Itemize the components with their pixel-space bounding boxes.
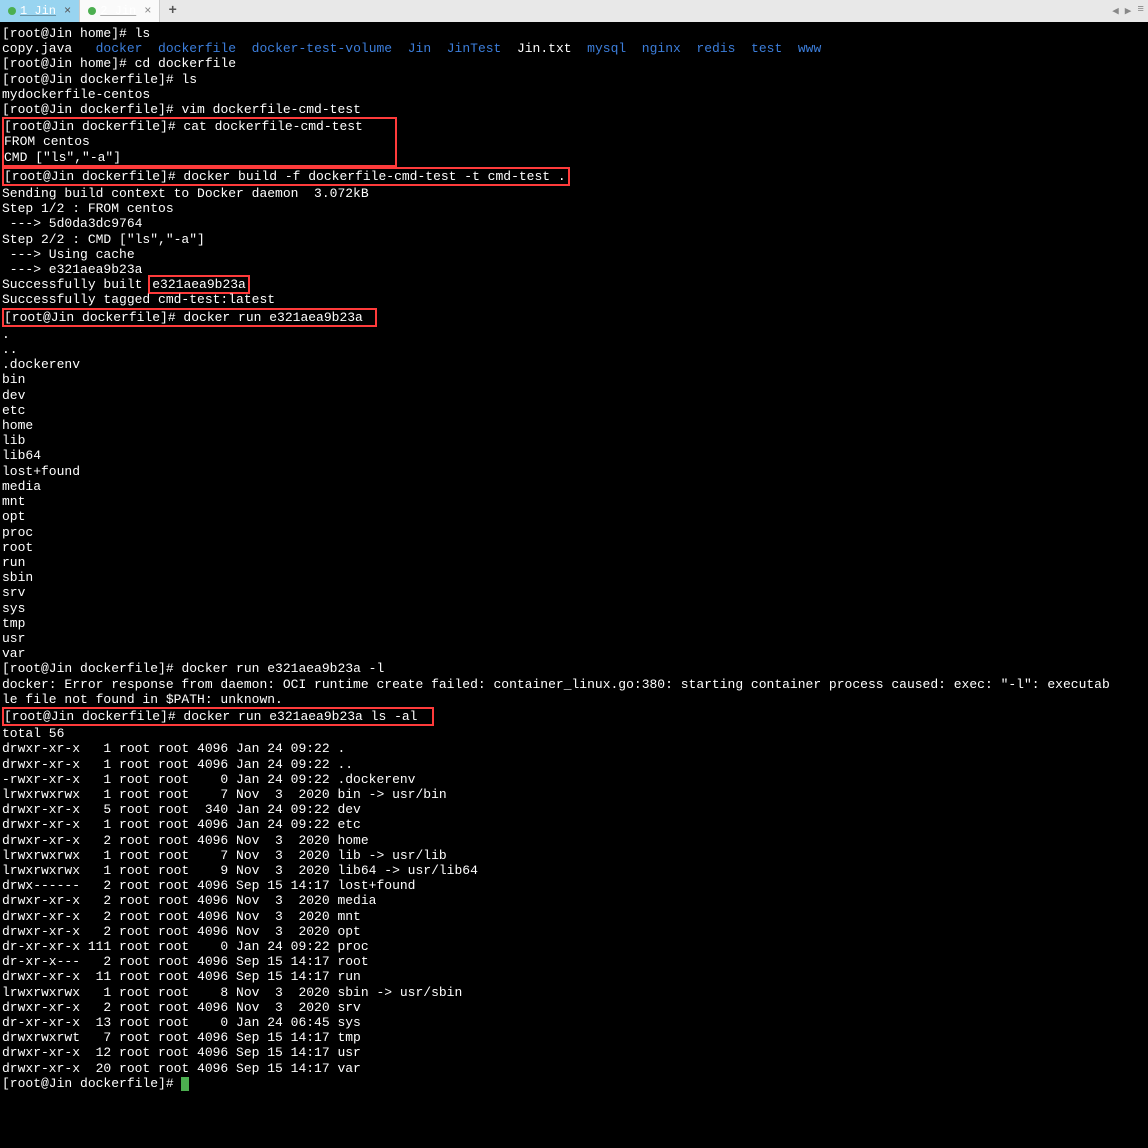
build-output: ---> Using cache xyxy=(2,247,1146,262)
command-text: vim dockerfile-cmd-test xyxy=(181,102,360,117)
lsal-output: drwxr-xr-x 1 root root 4096 Jan 24 09:22… xyxy=(2,757,1146,772)
lsal-output: drwxr-xr-x 2 root root 4096 Nov 3 2020 m… xyxy=(2,909,1146,924)
run-output: var xyxy=(2,646,1146,661)
tab-label: 1 Jin xyxy=(20,4,56,18)
tab-1-jin[interactable]: 1 Jin × xyxy=(0,0,80,22)
run-output: dev xyxy=(2,388,1146,403)
ls-output: copy.java docker dockerfile docker-test-… xyxy=(2,41,1146,56)
lsal-output: lrwxrwxrwx 1 root root 8 Nov 3 2020 sbin… xyxy=(2,985,1146,1000)
lsal-output: drwx------ 2 root root 4096 Sep 15 14:17… xyxy=(2,878,1146,893)
run-output: usr xyxy=(2,631,1146,646)
lsal-output: dr-xr-xr-x 111 root root 0 Jan 24 09:22 … xyxy=(2,939,1146,954)
lsal-output: drwxr-xr-x 2 root root 4096 Nov 3 2020 h… xyxy=(2,833,1146,848)
run-output: sys xyxy=(2,601,1146,616)
prompt: [root@Jin dockerfile]# xyxy=(2,102,181,117)
highlight-box-build: [root@Jin dockerfile]# docker build -f d… xyxy=(2,167,570,186)
lsal-output: lrwxrwxrwx 1 root root 9 Nov 3 2020 lib6… xyxy=(2,863,1146,878)
prompt: [root@Jin home]# xyxy=(2,26,135,41)
command-text: cd dockerfile xyxy=(135,56,236,71)
add-tab-button[interactable]: + xyxy=(160,3,184,19)
run-output: home xyxy=(2,418,1146,433)
run-output: lost+found xyxy=(2,464,1146,479)
tab-label: 2 Jin xyxy=(100,4,136,18)
command-text: ls xyxy=(181,72,197,87)
run-output: . xyxy=(2,327,1146,342)
lsal-output: dr-xr-x--- 2 root root 4096 Sep 15 14:17… xyxy=(2,954,1146,969)
run-output: sbin xyxy=(2,570,1146,585)
terminal-output[interactable]: [root@Jin home]# lscopy.java docker dock… xyxy=(0,22,1148,1095)
lsal-output: drwxr-xr-x 5 root root 340 Jan 24 09:22 … xyxy=(2,802,1146,817)
lsal-output: dr-xr-xr-x 13 root root 0 Jan 24 06:45 s… xyxy=(2,1015,1146,1030)
run-output: run xyxy=(2,555,1146,570)
ls-output: mydockerfile-centos xyxy=(2,87,1146,102)
run-output: proc xyxy=(2,525,1146,540)
close-icon[interactable]: × xyxy=(64,4,71,18)
status-dot-icon xyxy=(88,7,96,15)
lsal-output: drwxr-xr-x 2 root root 4096 Nov 3 2020 o… xyxy=(2,924,1146,939)
run-output: .dockerenv xyxy=(2,357,1146,372)
build-output: Step 1/2 : FROM centos xyxy=(2,201,1146,216)
tab-bar: 1 Jin × 2 Jin × + ◀ ▶ ≡ xyxy=(0,0,1148,22)
prompt: [root@Jin home]# xyxy=(2,56,135,71)
highlight-box-run: [root@Jin dockerfile]# docker run e321ae… xyxy=(2,308,377,327)
run-output: opt xyxy=(2,509,1146,524)
build-output: Step 2/2 : CMD ["ls","-a"] xyxy=(2,232,1146,247)
lsal-output: drwxr-xr-x 2 root root 4096 Nov 3 2020 s… xyxy=(2,1000,1146,1015)
status-dot-icon xyxy=(8,7,16,15)
run-output: root xyxy=(2,540,1146,555)
prev-tab-icon[interactable]: ◀ xyxy=(1112,4,1119,18)
lsal-output: drwxr-xr-x 11 root root 4096 Sep 15 14:1… xyxy=(2,969,1146,984)
run-output: bin xyxy=(2,372,1146,387)
cursor-icon xyxy=(181,1077,189,1091)
build-output: Successfully built e321aea9b23a xyxy=(2,277,1146,292)
tabbar-controls: ◀ ▶ ≡ xyxy=(1112,4,1144,18)
lsal-output: total 56 xyxy=(2,726,1146,741)
error-output: docker: Error response from daemon: OCI … xyxy=(2,677,1146,707)
run-output: srv xyxy=(2,585,1146,600)
prompt: [root@Jin dockerfile]# xyxy=(2,1076,181,1091)
lsal-output: drwxr-xr-x 2 root root 4096 Nov 3 2020 m… xyxy=(2,893,1146,908)
build-output: ---> 5d0da3dc9764 xyxy=(2,216,1146,231)
prompt: [root@Jin dockerfile]# xyxy=(2,72,181,87)
tab-2-jin[interactable]: 2 Jin × xyxy=(80,0,160,22)
run-output: etc xyxy=(2,403,1146,418)
run-output: media xyxy=(2,479,1146,494)
lsal-output: -rwxr-xr-x 1 root root 0 Jan 24 09:22 .d… xyxy=(2,772,1146,787)
close-icon[interactable]: × xyxy=(144,4,151,18)
command-text: docker run e321aea9b23a -l xyxy=(181,661,384,676)
command-text: ls xyxy=(135,26,151,41)
lsal-output: lrwxrwxrwx 1 root root 7 Nov 3 2020 bin … xyxy=(2,787,1146,802)
build-output: Sending build context to Docker daemon 3… xyxy=(2,186,1146,201)
lsal-output: drwxr-xr-x 1 root root 4096 Jan 24 09:22… xyxy=(2,741,1146,756)
lsal-output: drwxrwxrwt 7 root root 4096 Sep 15 14:17… xyxy=(2,1030,1146,1045)
lsal-output: drwxr-xr-x 1 root root 4096 Jan 24 09:22… xyxy=(2,817,1146,832)
run-output: lib xyxy=(2,433,1146,448)
prompt: [root@Jin dockerfile]# xyxy=(2,661,181,676)
lsal-output: lrwxrwxrwx 1 root root 7 Nov 3 2020 lib … xyxy=(2,848,1146,863)
build-output: Successfully tagged cmd-test:latest xyxy=(2,292,1146,307)
run-output: tmp xyxy=(2,616,1146,631)
highlight-box-run-lsal: [root@Jin dockerfile]# docker run e321ae… xyxy=(2,707,434,726)
next-tab-icon[interactable]: ▶ xyxy=(1125,4,1132,18)
lsal-output: drwxr-xr-x 12 root root 4096 Sep 15 14:1… xyxy=(2,1045,1146,1060)
run-output: mnt xyxy=(2,494,1146,509)
run-output: .. xyxy=(2,342,1146,357)
run-output: lib64 xyxy=(2,448,1146,463)
menu-icon[interactable]: ≡ xyxy=(1137,4,1144,18)
highlight-box-cat: [root@Jin dockerfile]# cat dockerfile-cm… xyxy=(2,117,397,167)
lsal-output: drwxr-xr-x 20 root root 4096 Sep 15 14:1… xyxy=(2,1061,1146,1076)
